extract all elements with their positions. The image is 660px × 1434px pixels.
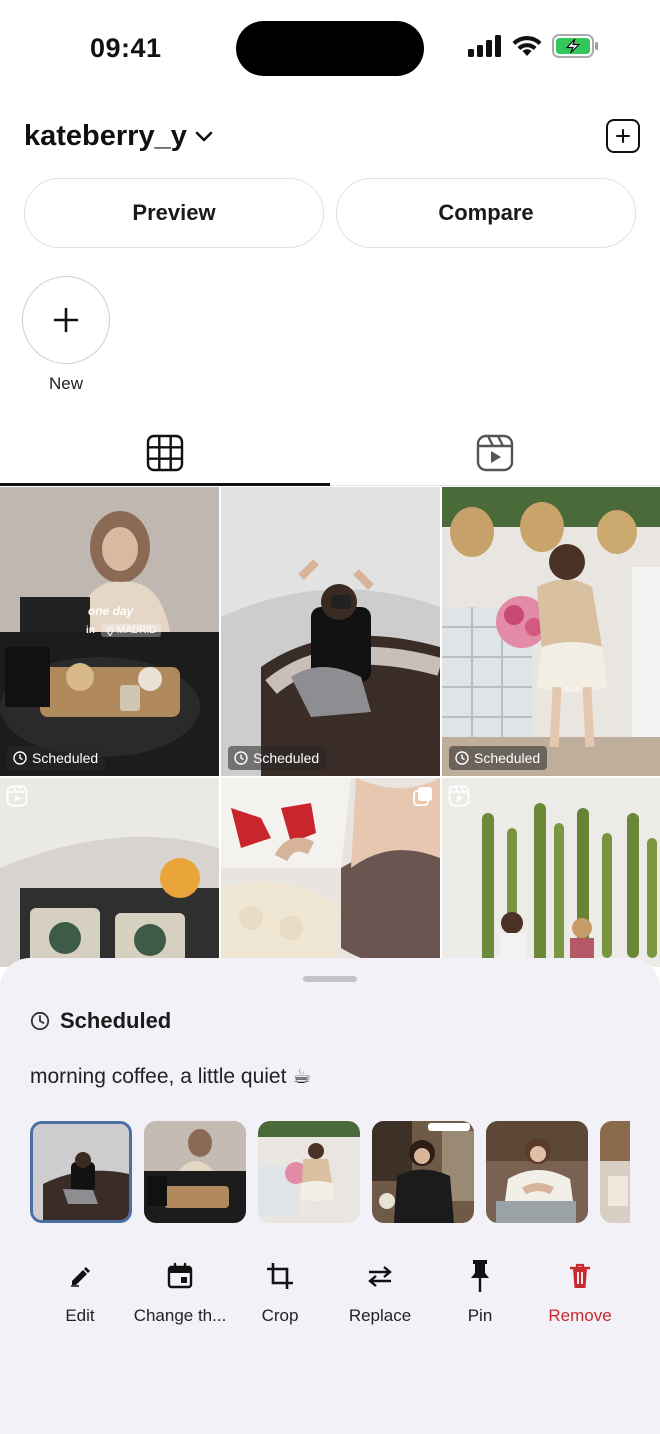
replace-label: Replace <box>348 1306 412 1325</box>
media-thumbnail[interactable] <box>258 1121 360 1223</box>
reel-icon <box>448 785 470 807</box>
replace-button[interactable]: Replace <box>330 1258 430 1326</box>
media-thumbnail-selected[interactable] <box>30 1121 132 1223</box>
cellular-signal-icon <box>468 35 501 57</box>
grid-post-1[interactable]: one day in MADRID Scheduled <box>0 487 219 776</box>
post-image <box>0 778 219 967</box>
account-name: kateberry_y <box>24 120 187 152</box>
crop-button[interactable]: Crop <box>230 1258 330 1326</box>
add-post-button[interactable] <box>606 119 640 153</box>
crop-label: Crop <box>261 1306 299 1325</box>
plus-icon <box>616 129 630 143</box>
trash-icon <box>570 1263 590 1288</box>
media-thumbnail[interactable] <box>486 1121 588 1223</box>
scheduled-badge: Scheduled <box>228 746 327 770</box>
new-story-button[interactable] <box>22 276 110 364</box>
battery-charging-icon <box>552 34 598 58</box>
grid-post-6[interactable] <box>442 778 660 967</box>
scheduled-badge: Scheduled <box>7 746 106 770</box>
media-thumbnail[interactable] <box>600 1121 630 1223</box>
grid-post-2[interactable]: Scheduled <box>221 487 440 776</box>
compare-button[interactable]: Compare <box>336 178 636 248</box>
pin-icon <box>471 1260 489 1292</box>
tab-grid[interactable] <box>0 420 330 486</box>
thumbnail-image <box>144 1121 246 1223</box>
status-icons <box>468 34 600 58</box>
media-thumbnail-strip[interactable] <box>30 1121 630 1225</box>
thumbnail-image <box>372 1121 474 1223</box>
post-image <box>221 778 440 967</box>
profile-tabs <box>0 420 660 486</box>
carousel-icon <box>413 787 432 806</box>
post-image <box>442 778 660 967</box>
reel-icon <box>6 785 28 807</box>
chevron-down-icon <box>195 131 213 141</box>
grid-post-5[interactable] <box>221 778 440 967</box>
pin-button[interactable]: Pin <box>430 1258 530 1326</box>
change-date-button[interactable]: Change th... <box>130 1258 230 1326</box>
thumbnail-image <box>600 1121 630 1223</box>
post-overlay-location: in MADRID <box>86 624 162 637</box>
scheduled-badge-label: Scheduled <box>32 750 99 766</box>
pin-label: Pin <box>467 1306 493 1325</box>
location-name: MADRID <box>116 625 157 636</box>
post-overlay-text: one day <box>88 604 133 618</box>
scheduled-badge-label: Scheduled <box>253 750 320 766</box>
posts-grid: one day in MADRID Scheduled Scheduled Sc… <box>0 487 660 967</box>
edit-button[interactable]: Edit <box>30 1258 130 1326</box>
overlay-line-2: in <box>86 625 95 636</box>
scheduled-badge: Scheduled <box>449 746 548 770</box>
clock-icon <box>30 1011 50 1031</box>
plus-icon <box>53 307 79 333</box>
post-image <box>442 487 660 776</box>
crop-icon <box>267 1263 293 1289</box>
post-details-sheet: Scheduled morning coffee, a little quiet… <box>0 958 660 1434</box>
reels-icon <box>476 434 514 472</box>
status-time: 09:41 <box>90 33 162 63</box>
action-pill-row: Preview Compare <box>24 178 636 248</box>
grid-icon <box>146 434 184 472</box>
pencil-icon <box>71 1267 90 1287</box>
remove-label: Remove <box>548 1306 612 1325</box>
location-pin-icon <box>106 627 114 636</box>
clock-icon <box>455 751 469 765</box>
change-date-label: Change th... <box>133 1306 227 1325</box>
dynamic-island <box>236 21 424 76</box>
edit-label: Edit <box>65 1306 95 1325</box>
post-image <box>221 487 440 776</box>
overlay-line-1: one day <box>88 604 134 618</box>
wifi-icon <box>512 35 542 56</box>
location-tag: MADRID <box>100 624 162 637</box>
media-thumbnail[interactable] <box>372 1121 474 1223</box>
clock-icon <box>234 751 248 765</box>
scheduled-status-label: Scheduled <box>60 1008 172 1033</box>
thumbnail-image <box>33 1124 129 1220</box>
grid-post-3[interactable]: Scheduled <box>442 487 660 776</box>
account-switcher[interactable]: kateberry_y <box>24 120 213 153</box>
calendar-icon <box>167 1262 193 1289</box>
thumbnail-image <box>258 1121 360 1223</box>
scheduled-badge-label: Scheduled <box>474 750 541 766</box>
tab-indicator <box>0 483 330 486</box>
grid-post-4[interactable] <box>0 778 219 967</box>
scheduled-status: Scheduled <box>30 1008 171 1034</box>
remove-button[interactable]: Remove <box>530 1258 630 1326</box>
new-story[interactable]: New <box>22 276 110 394</box>
media-thumbnail[interactable] <box>144 1121 246 1223</box>
preview-button[interactable]: Preview <box>24 178 324 248</box>
profile-header: kateberry_y <box>24 116 640 160</box>
new-story-label: New <box>48 374 83 393</box>
post-actions: Edit Change th... Crop Replace Pin Remov… <box>30 1258 630 1338</box>
status-bar: 09:41 <box>0 0 660 100</box>
swap-arrows-icon <box>368 1266 392 1287</box>
thumbnail-image <box>486 1121 588 1223</box>
post-caption[interactable]: morning coffee, a little quiet ☕ <box>30 1064 311 1089</box>
clock-icon <box>13 751 27 765</box>
tab-reels[interactable] <box>330 420 660 486</box>
sheet-drag-handle[interactable] <box>303 976 357 982</box>
